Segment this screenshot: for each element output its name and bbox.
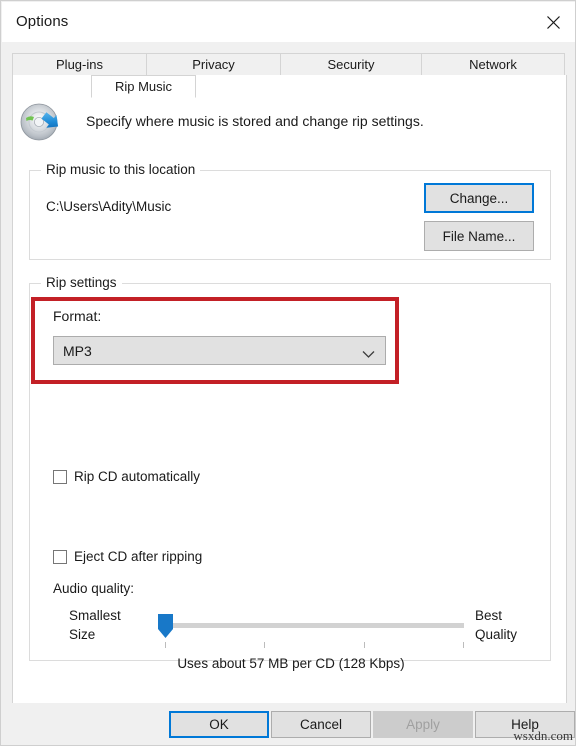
slider-tick xyxy=(264,642,265,648)
panel-description: Specify where music is stored and change… xyxy=(86,113,424,129)
rip-cd-icon xyxy=(18,101,64,147)
rip-cd-automatically-checkbox[interactable]: Rip CD automatically xyxy=(53,469,200,484)
tab-content-panel: Specify where music is stored and change… xyxy=(12,75,567,705)
checkbox-label: Rip CD automatically xyxy=(74,469,201,484)
button-label: Apply xyxy=(406,717,440,732)
tab-security[interactable]: Security xyxy=(280,53,422,76)
slider-tick xyxy=(463,642,464,648)
audio-quality-max-line2: Quality xyxy=(475,627,518,642)
change-location-button[interactable]: Change... xyxy=(424,183,534,213)
rip-location-group: Rip music to this location C:\Users\Adit… xyxy=(29,162,551,260)
tab-privacy[interactable]: Privacy xyxy=(146,53,281,76)
button-label: Cancel xyxy=(299,717,343,732)
format-selected-value: MP3 xyxy=(63,342,92,359)
tab-row-upper: Plug-ins Privacy Security Network xyxy=(12,53,567,76)
eject-cd-after-ripping-checkbox[interactable]: Eject CD after ripping xyxy=(53,549,202,564)
audio-quality-max-label: Best Quality xyxy=(475,606,517,644)
tab-plugins[interactable]: Plug-ins xyxy=(12,53,147,76)
audio-quality-max-line1: Best xyxy=(475,608,503,623)
format-dropdown[interactable]: MP3 xyxy=(53,336,386,365)
title-bar: Options xyxy=(2,2,575,42)
audio-quality-min-line2: Size xyxy=(69,627,96,642)
button-label: OK xyxy=(209,717,229,732)
rip-settings-group-title: Rip settings xyxy=(41,275,122,290)
page-title: Options xyxy=(16,13,69,30)
rip-settings-group: Rip settings Format: MP3 Rip CD automati… xyxy=(29,275,551,671)
tab-label: Rip Music xyxy=(114,79,173,94)
file-name-button[interactable]: File Name... xyxy=(424,221,534,251)
audio-quality-min-label: Smallest Size xyxy=(69,606,121,644)
slider-track xyxy=(165,623,464,628)
close-icon xyxy=(546,15,560,29)
watermark: wsxdn.com xyxy=(513,728,573,743)
tab-network[interactable]: Network xyxy=(421,53,565,76)
ok-button[interactable]: OK xyxy=(169,711,269,738)
audio-quality-label: Audio quality: xyxy=(53,581,135,596)
rip-location-group-title: Rip music to this location xyxy=(41,162,201,177)
options-dialog: Options Plug-ins Privacy Security Networ xyxy=(0,0,576,746)
apply-button: Apply xyxy=(373,711,473,738)
tab-label: Network xyxy=(469,57,517,72)
checkbox-label: Eject CD after ripping xyxy=(74,549,203,564)
audio-quality-note: Uses about 57 MB per CD (128 Kbps) xyxy=(177,656,405,671)
tab-label: Security xyxy=(327,57,375,72)
tab-label: Plug-ins xyxy=(56,57,103,72)
slider-thumb[interactable] xyxy=(157,613,174,639)
dialog-footer: OK Cancel Apply Help wsxdn.com xyxy=(1,703,575,745)
audio-quality-min-line1: Smallest xyxy=(69,608,121,623)
button-label: File Name... xyxy=(442,228,516,244)
audio-quality-slider[interactable] xyxy=(147,609,467,651)
panel-header: Specify where music is stored and change… xyxy=(18,101,558,151)
format-label: Format: xyxy=(53,308,102,324)
checkbox-box xyxy=(53,549,67,564)
cancel-button[interactable]: Cancel xyxy=(271,711,371,738)
close-button[interactable] xyxy=(530,2,575,42)
checkbox-box xyxy=(53,469,67,484)
tab-label: Privacy xyxy=(192,57,235,72)
chevron-down-icon xyxy=(362,346,375,364)
slider-tick xyxy=(165,642,166,648)
tab-rip-music[interactable]: Rip Music xyxy=(91,75,196,98)
button-label: Change... xyxy=(449,190,509,206)
rip-location-path: C:\Users\Adity\Music xyxy=(46,199,172,214)
slider-tick xyxy=(364,642,365,648)
